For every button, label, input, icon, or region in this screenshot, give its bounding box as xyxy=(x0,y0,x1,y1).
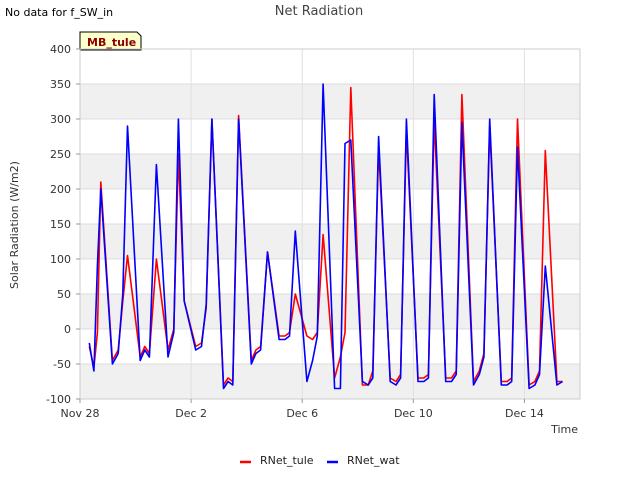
site-label: MB_tule xyxy=(87,36,136,49)
legend: RNet_tule RNet_wat xyxy=(240,454,400,467)
y-tick-label: 300 xyxy=(50,113,71,126)
y-tick-label: 400 xyxy=(50,43,71,56)
y-axis-label: Solar Radiation (W/m2) xyxy=(8,161,21,289)
y-tick-label: 350 xyxy=(50,78,71,91)
x-tick-label: Dec 2 xyxy=(175,407,207,420)
y-axis-ticks: -100 -50 0 50 100 150 200 250 300 350 400 xyxy=(46,43,80,406)
y-tick-label: -100 xyxy=(46,393,71,406)
x-tick-label: Dec 10 xyxy=(394,407,433,420)
legend-label: RNet_wat xyxy=(347,454,400,467)
grid-band xyxy=(80,84,580,119)
y-tick-label: 0 xyxy=(64,323,71,336)
x-tick-label: Nov 28 xyxy=(61,407,100,420)
y-tick-label: -50 xyxy=(53,358,71,371)
y-tick-label: 50 xyxy=(57,288,71,301)
chart-title: Net Radiation xyxy=(275,4,363,19)
x-axis-ticks: Nov 28 Dec 2 Dec 6 Dec 10 Dec 14 xyxy=(61,399,544,420)
y-tick-label: 250 xyxy=(50,148,71,161)
x-tick-label: Dec 6 xyxy=(286,407,318,420)
y-tick-label: 100 xyxy=(50,253,71,266)
x-axis-label: Time xyxy=(550,423,578,436)
x-tick-label: Dec 14 xyxy=(505,407,544,420)
y-tick-label: 200 xyxy=(50,183,71,196)
net-radiation-chart: Net Radiation MB_tule -100 -50 0 50 100 150 20… xyxy=(8,4,581,467)
grid-band xyxy=(80,329,580,364)
site-label-box: MB_tule xyxy=(79,31,142,51)
y-tick-label: 150 xyxy=(50,218,71,231)
legend-label: RNet_tule xyxy=(260,454,314,467)
grid-band xyxy=(80,119,580,154)
grid-band xyxy=(80,49,580,84)
